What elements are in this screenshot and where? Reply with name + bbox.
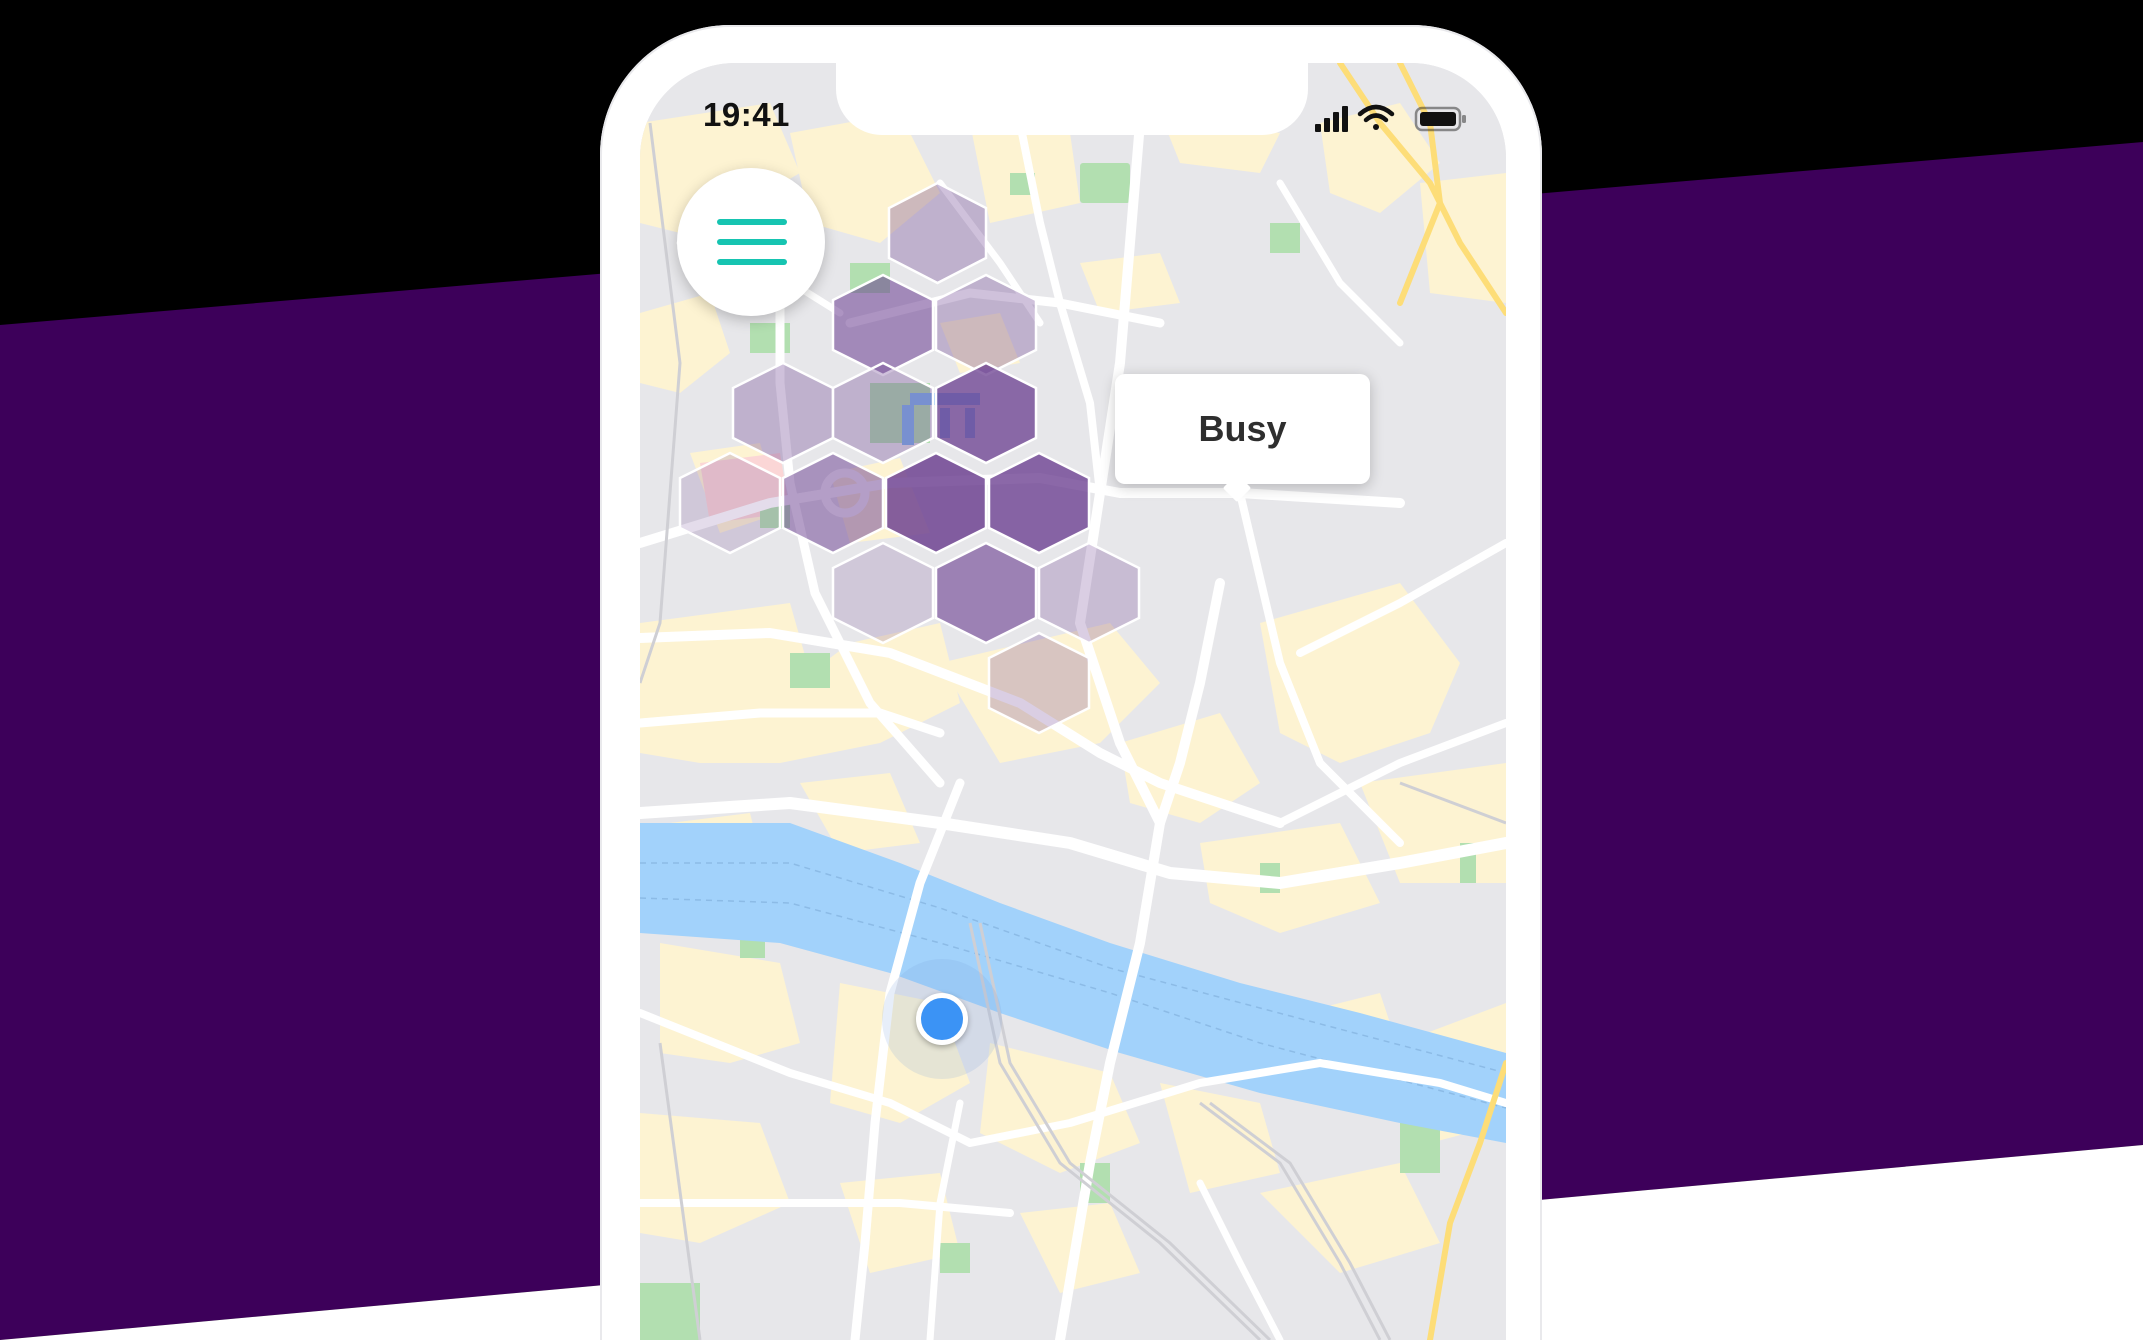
busy-label: Busy: [1198, 408, 1287, 449]
signal-icon: [1315, 106, 1348, 132]
menu-button[interactable]: [677, 168, 825, 316]
phone-notch: [836, 63, 1308, 135]
hamburger-menu-icon: [717, 219, 787, 225]
busy-tooltip[interactable]: Busy: [1115, 374, 1370, 503]
hamburger-menu-icon: [717, 239, 787, 245]
battery-icon: [1414, 106, 1466, 132]
hamburger-menu-icon: [717, 259, 787, 265]
status-bar-time: 19:41: [703, 96, 790, 133]
wifi-icon: [1357, 104, 1395, 130]
status-bar-icons: [1315, 104, 1466, 132]
location-dot-icon[interactable]: [916, 993, 968, 1045]
